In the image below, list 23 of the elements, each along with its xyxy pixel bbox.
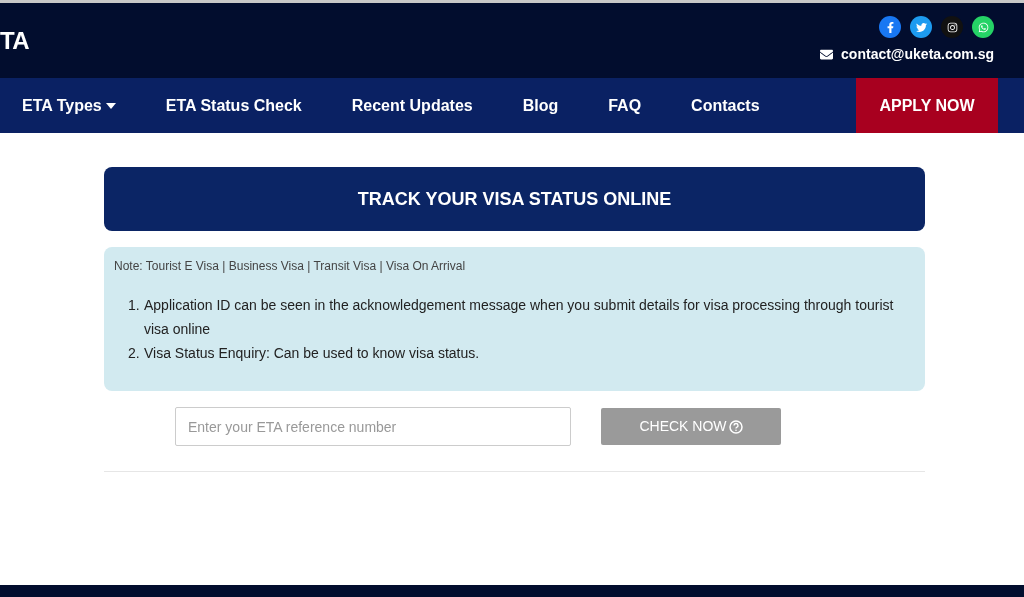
whatsapp-icon[interactable]: [972, 16, 994, 38]
list-number: 1.: [128, 296, 141, 315]
nav-link[interactable]: Contacts: [691, 93, 760, 118]
facebook-icon[interactable]: [879, 16, 901, 38]
logo[interactable]: TA: [0, 22, 29, 59]
mail-icon: [820, 48, 834, 61]
reference-input-field[interactable]: Enter your ETA reference number: [175, 407, 571, 446]
nav-link[interactable]: Blog: [522, 93, 559, 118]
note-item: Visa Status Enquiry: Can be used to know visa status.: [144, 344, 480, 363]
caret-icon: [105, 102, 116, 109]
nav-link[interactable]: ETA Types: [22, 93, 116, 118]
nav-link[interactable]: ETA Status Check: [165, 93, 302, 118]
help-icon: [728, 419, 743, 434]
contact-email[interactable]: contact@uketa.com.sg: [841, 44, 994, 65]
page-title: TRACK YOUR VISA STATUS ONLINE: [104, 167, 925, 231]
apply-now-button[interactable]: APPLY NOW: [856, 78, 998, 133]
note-text: Note: Tourist E Visa | Business Visa | Transit Visa | Visa On Arrival: [114, 258, 467, 275]
nav-link[interactable]: Recent Updates: [351, 93, 473, 118]
nav-link[interactable]: FAQ: [608, 93, 642, 118]
twitter-icon[interactable]: [910, 16, 932, 38]
list-number: 2.: [128, 344, 141, 363]
note-item: Application ID can be seen in the acknowledgement message when you submit details for visa processing through tourist visa online: [144, 296, 895, 339]
instagram-icon[interactable]: [941, 16, 963, 38]
